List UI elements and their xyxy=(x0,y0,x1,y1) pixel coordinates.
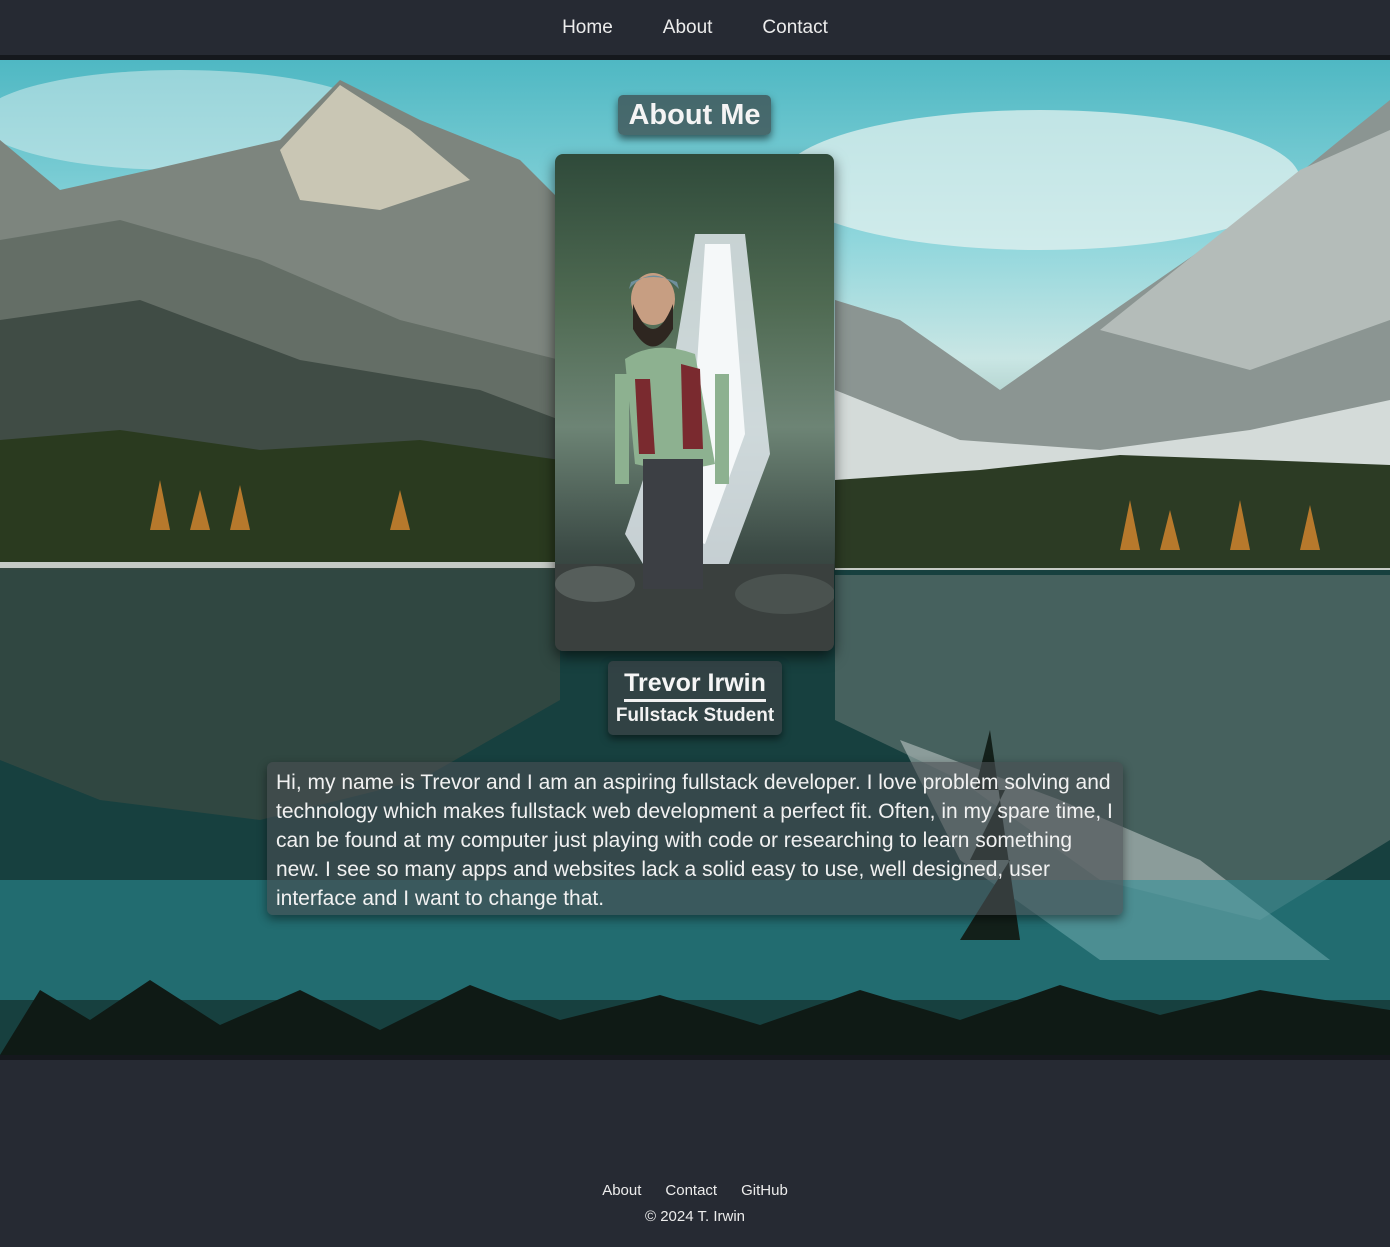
footer-github-link[interactable]: GitHub xyxy=(741,1182,788,1199)
person-name: Trevor Irwin xyxy=(624,669,766,702)
name-card: Trevor Irwin Fullstack Student xyxy=(608,661,782,735)
person-role: Fullstack Student xyxy=(615,705,775,726)
bio-paragraph: Hi, my name is Trevor and I am an aspiri… xyxy=(267,762,1123,915)
copyright-text: © 2024 T. Irwin xyxy=(645,1208,745,1225)
nav-home-link[interactable]: Home xyxy=(562,17,613,39)
profile-photo-illustration xyxy=(555,234,834,651)
profile-photo xyxy=(555,154,834,651)
footer-links: About Contact GitHub xyxy=(0,1182,1390,1199)
nav-contact-link[interactable]: Contact xyxy=(762,17,827,39)
top-nav: Home About Contact xyxy=(0,0,1390,55)
nav-about-link[interactable]: About xyxy=(663,17,713,39)
hero-bottom-divider xyxy=(0,1055,1390,1060)
footer-contact-link[interactable]: Contact xyxy=(665,1182,717,1199)
footer-about-link[interactable]: About xyxy=(602,1182,641,1199)
about-me-heading: About Me xyxy=(618,95,771,135)
